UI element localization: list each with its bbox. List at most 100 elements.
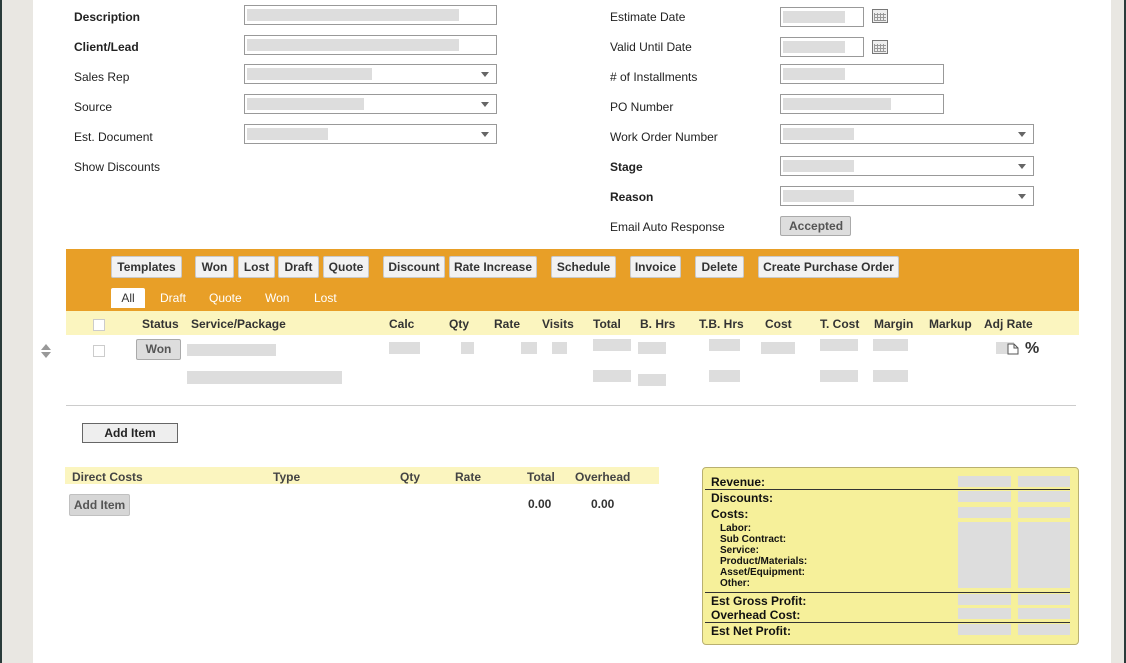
rate-increase-button[interactable]: Rate Increase	[449, 256, 537, 278]
row-checkbox[interactable]	[93, 345, 105, 357]
summary-value-cell	[958, 555, 1011, 566]
row-bhrs-placeholder	[638, 342, 666, 354]
row2-margin-placeholder	[873, 370, 908, 382]
draft-button[interactable]: Draft	[278, 256, 319, 278]
sales-rep-label: Sales Rep	[74, 70, 130, 84]
quote-button[interactable]: Quote	[323, 256, 369, 278]
discount-button[interactable]: Discount	[383, 256, 445, 278]
col-direct-costs: Direct Costs	[72, 470, 143, 484]
filter-tab-lost[interactable]: Lost	[314, 288, 337, 308]
row-status-badge[interactable]: Won	[136, 339, 181, 360]
row-total-placeholder	[593, 339, 631, 351]
summary-divider	[705, 592, 1070, 593]
col-margin: Margin	[874, 317, 914, 331]
col-calc: Calc	[389, 317, 415, 331]
row-description-placeholder	[187, 371, 342, 384]
sub-contract-label: Sub Contract:	[720, 534, 787, 545]
installments-input[interactable]	[780, 64, 944, 84]
col-type: Type	[273, 470, 301, 484]
chevron-down-icon	[481, 132, 489, 137]
reason-select[interactable]	[780, 186, 1034, 206]
row-margin-placeholder	[873, 339, 908, 351]
po-number-input[interactable]	[780, 94, 944, 114]
show-discounts-label: Show Discounts	[74, 160, 161, 174]
summary-value-cell	[958, 566, 1011, 577]
work-order-label: Work Order Number	[610, 130, 718, 144]
sales-rep-select[interactable]	[244, 64, 497, 84]
valid-until-input[interactable]	[780, 37, 864, 57]
note-icon[interactable]	[1007, 343, 1019, 355]
row-calc-placeholder	[389, 342, 420, 354]
row-rate-placeholder	[521, 342, 537, 354]
est-document-label: Est. Document	[74, 130, 153, 144]
summary-value-cell	[1018, 491, 1070, 502]
create-purchase-order-button[interactable]: Create Purchase Order	[758, 256, 899, 278]
source-label: Source	[74, 100, 113, 114]
installments-label: # of Installments	[610, 70, 698, 84]
col-dc-total: Total	[527, 470, 555, 484]
chevron-down-icon	[481, 72, 489, 77]
filter-tab-all[interactable]: All	[111, 288, 145, 308]
direct-costs-header	[65, 467, 659, 484]
direct-costs-add-item-button[interactable]: Add Item	[69, 494, 130, 516]
est-document-select[interactable]	[244, 124, 497, 144]
col-rate: Rate	[494, 317, 521, 331]
col-dc-rate: Rate	[455, 470, 482, 484]
other-label: Other:	[720, 578, 750, 589]
row2-bhrs-placeholder	[638, 374, 666, 386]
summary-value-cell	[1018, 544, 1070, 555]
description-label: Description	[74, 10, 141, 24]
client-lead-input[interactable]	[244, 35, 497, 55]
summary-value-cell	[958, 624, 1011, 635]
labor-label: Labor:	[720, 523, 752, 534]
add-item-button[interactable]: Add Item	[82, 423, 178, 443]
est-gross-profit-label: Est Gross Profit:	[711, 594, 807, 608]
summary-value-cell	[1018, 476, 1070, 487]
description-input[interactable]	[244, 5, 497, 25]
col-visits: Visits	[542, 317, 574, 331]
col-cost: Cost	[765, 317, 792, 331]
delete-button[interactable]: Delete	[695, 256, 744, 278]
stage-label: Stage	[610, 160, 643, 174]
schedule-button[interactable]: Schedule	[551, 256, 616, 278]
invoice-button[interactable]: Invoice	[630, 256, 681, 278]
est-net-profit-label: Est Net Profit:	[711, 624, 792, 638]
row-tbhrs-placeholder	[709, 339, 740, 351]
calendar-icon[interactable]	[872, 40, 888, 54]
summary-value-cell	[958, 544, 1011, 555]
row-cost-placeholder	[761, 342, 795, 354]
filter-tab-draft[interactable]: Draft	[160, 288, 186, 308]
summary-value-cell	[958, 594, 1011, 605]
col-markup: Markup	[929, 317, 972, 331]
col-qty: Qty	[449, 317, 470, 331]
work-order-select[interactable]	[780, 124, 1034, 144]
direct-costs-total: 0.00	[528, 497, 552, 511]
row2-tcost-placeholder	[820, 370, 858, 382]
asset-equipment-label: Asset/Equipment:	[720, 567, 806, 578]
filter-tab-quote[interactable]: Quote	[209, 288, 242, 308]
sort-handle-icon[interactable]	[40, 343, 52, 359]
summary-value-cell	[958, 577, 1011, 588]
col-total: Total	[593, 317, 621, 331]
percent-icon[interactable]: %	[1025, 340, 1039, 358]
accepted-button[interactable]: Accepted	[780, 216, 851, 236]
row-service-placeholder	[187, 344, 276, 356]
chevron-down-icon	[1018, 132, 1026, 137]
valid-until-label: Valid Until Date	[610, 40, 692, 54]
row-tcost-placeholder	[820, 339, 858, 351]
filter-tab-won[interactable]: Won	[265, 288, 289, 308]
calendar-icon[interactable]	[872, 9, 888, 23]
select-all-checkbox[interactable]	[93, 319, 105, 331]
stage-select[interactable]	[780, 156, 1034, 176]
divider	[66, 405, 1076, 406]
estimate-date-label: Estimate Date	[610, 10, 686, 24]
estimate-date-input[interactable]	[780, 7, 864, 27]
col-status: Status	[142, 317, 179, 331]
won-button[interactable]: Won	[195, 256, 234, 278]
col-dc-qty: Qty	[400, 470, 421, 484]
summary-value-cell	[1018, 566, 1070, 577]
lost-button[interactable]: Lost	[238, 256, 275, 278]
source-select[interactable]	[244, 94, 497, 114]
client-lead-label: Client/Lead	[74, 40, 139, 54]
templates-button[interactable]: Templates	[111, 256, 182, 278]
